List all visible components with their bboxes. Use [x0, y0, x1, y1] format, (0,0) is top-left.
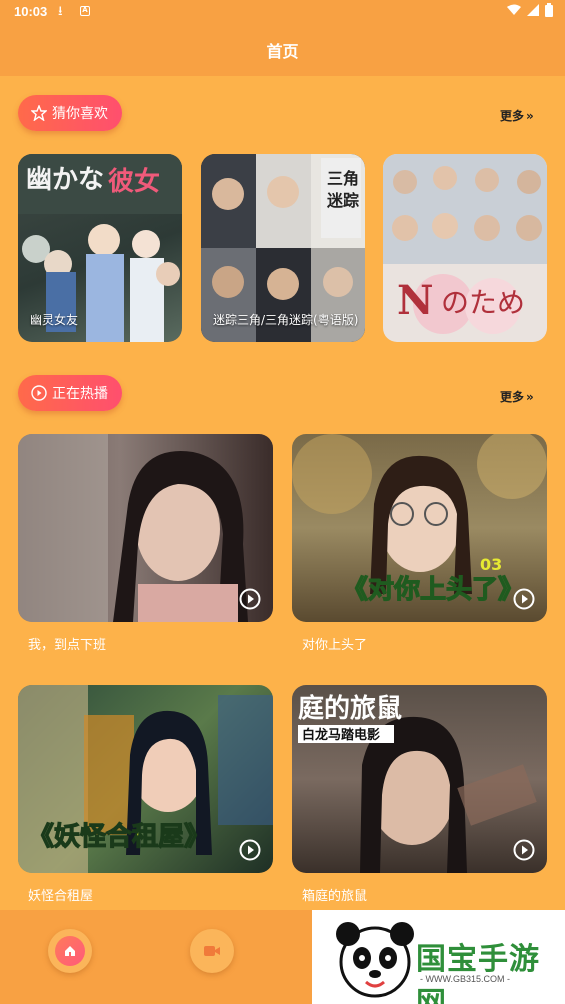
- guess-more-link[interactable]: 更多 »: [500, 107, 534, 124]
- video-title[interactable]: 妖怪合租屋: [28, 885, 93, 904]
- now-playing-tag[interactable]: 正在热播: [18, 375, 122, 411]
- page-title: 首页: [266, 42, 299, 61]
- video-title[interactable]: 我，到点下班: [28, 634, 106, 653]
- top-bar: 10:03 ⭳ A 首页: [0, 0, 565, 76]
- overlay-subtext: 白龙马踏电影: [302, 727, 380, 743]
- star-icon: [30, 104, 48, 122]
- home-icon: [55, 936, 85, 966]
- nav-video-button[interactable]: [190, 929, 234, 973]
- nav-home-button[interactable]: [48, 929, 92, 973]
- wifi-icon: [507, 4, 521, 15]
- status-time: 10:03: [14, 4, 48, 19]
- poster-title: 幽灵女友: [30, 313, 79, 327]
- svg-text:迷踪: 迷踪: [326, 191, 359, 210]
- svg-text:三角: 三角: [327, 169, 359, 188]
- guess-like-label: 猜你喜欢: [52, 106, 108, 122]
- svg-text:彼女: 彼女: [108, 166, 160, 197]
- video-card[interactable]: 《对你上头了》 03: [292, 434, 547, 622]
- video-thumbnail: 庭的旅鼠 白龙马踏电影: [298, 693, 537, 873]
- notification-icon: A: [80, 6, 90, 16]
- play-icon[interactable]: [239, 588, 261, 610]
- panda-logo-icon: [336, 922, 414, 998]
- video-card[interactable]: [18, 434, 273, 622]
- more-label: 更多: [500, 109, 525, 123]
- video-thumbnail: 《妖怪合租屋》: [18, 685, 273, 873]
- poster-card[interactable]: 幽かな 彼女 幽灵女友: [18, 154, 182, 342]
- video-title[interactable]: 箱庭的旅鼠: [302, 885, 367, 904]
- status-bar: 10:03 ⭳ A: [0, 0, 565, 26]
- double-chevron-icon: »: [526, 108, 534, 123]
- video-thumbnail: 《对你上头了》 03: [292, 434, 547, 606]
- download-icon: ⭳: [58, 4, 63, 19]
- video-title[interactable]: 对你上头了: [302, 634, 367, 653]
- guess-like-tag[interactable]: 猜你喜欢: [18, 95, 122, 131]
- watermark-text: 国宝手游网: [416, 942, 540, 1004]
- hot-more-link[interactable]: 更多 »: [500, 388, 534, 405]
- svg-text:幽かな: 幽かな: [26, 165, 104, 195]
- video-card[interactable]: 《妖怪合租屋》: [18, 685, 273, 873]
- svg-text:03: 03: [480, 555, 502, 574]
- more-label: 更多: [500, 390, 525, 404]
- play-icon[interactable]: [513, 588, 535, 610]
- video-thumbnail: [18, 434, 248, 622]
- poster-card[interactable]: N のため: [383, 154, 547, 342]
- watermark-url: - WWW.GB315.COM -: [420, 974, 510, 984]
- video-camera-icon: [197, 936, 227, 966]
- watermark: 国宝手游网 - WWW.GB315.COM -: [312, 910, 565, 1004]
- poster-art: N のため: [383, 154, 547, 334]
- overlay-text: 庭的旅鼠: [298, 693, 402, 724]
- overlay-text: 《妖怪合租屋》: [28, 821, 210, 852]
- poster-card[interactable]: 三角 迷踪 迷踪三角/三角迷踪(粤语版): [201, 154, 365, 342]
- play-icon[interactable]: [239, 839, 261, 861]
- poster-title: 迷踪三角/三角迷踪(粤语版): [213, 313, 359, 327]
- svg-text:のため: のため: [441, 286, 525, 319]
- double-chevron-icon: »: [526, 389, 534, 404]
- signal-icon: [527, 4, 539, 16]
- play-circle-icon: [30, 384, 48, 402]
- play-icon[interactable]: [513, 839, 535, 861]
- video-card[interactable]: 庭的旅鼠 白龙马踏电影: [292, 685, 547, 873]
- overlay-text: 《对你上头了》: [342, 575, 524, 605]
- battery-icon: [545, 3, 553, 17]
- now-playing-label: 正在热播: [52, 386, 108, 402]
- svg-text:N: N: [397, 277, 434, 324]
